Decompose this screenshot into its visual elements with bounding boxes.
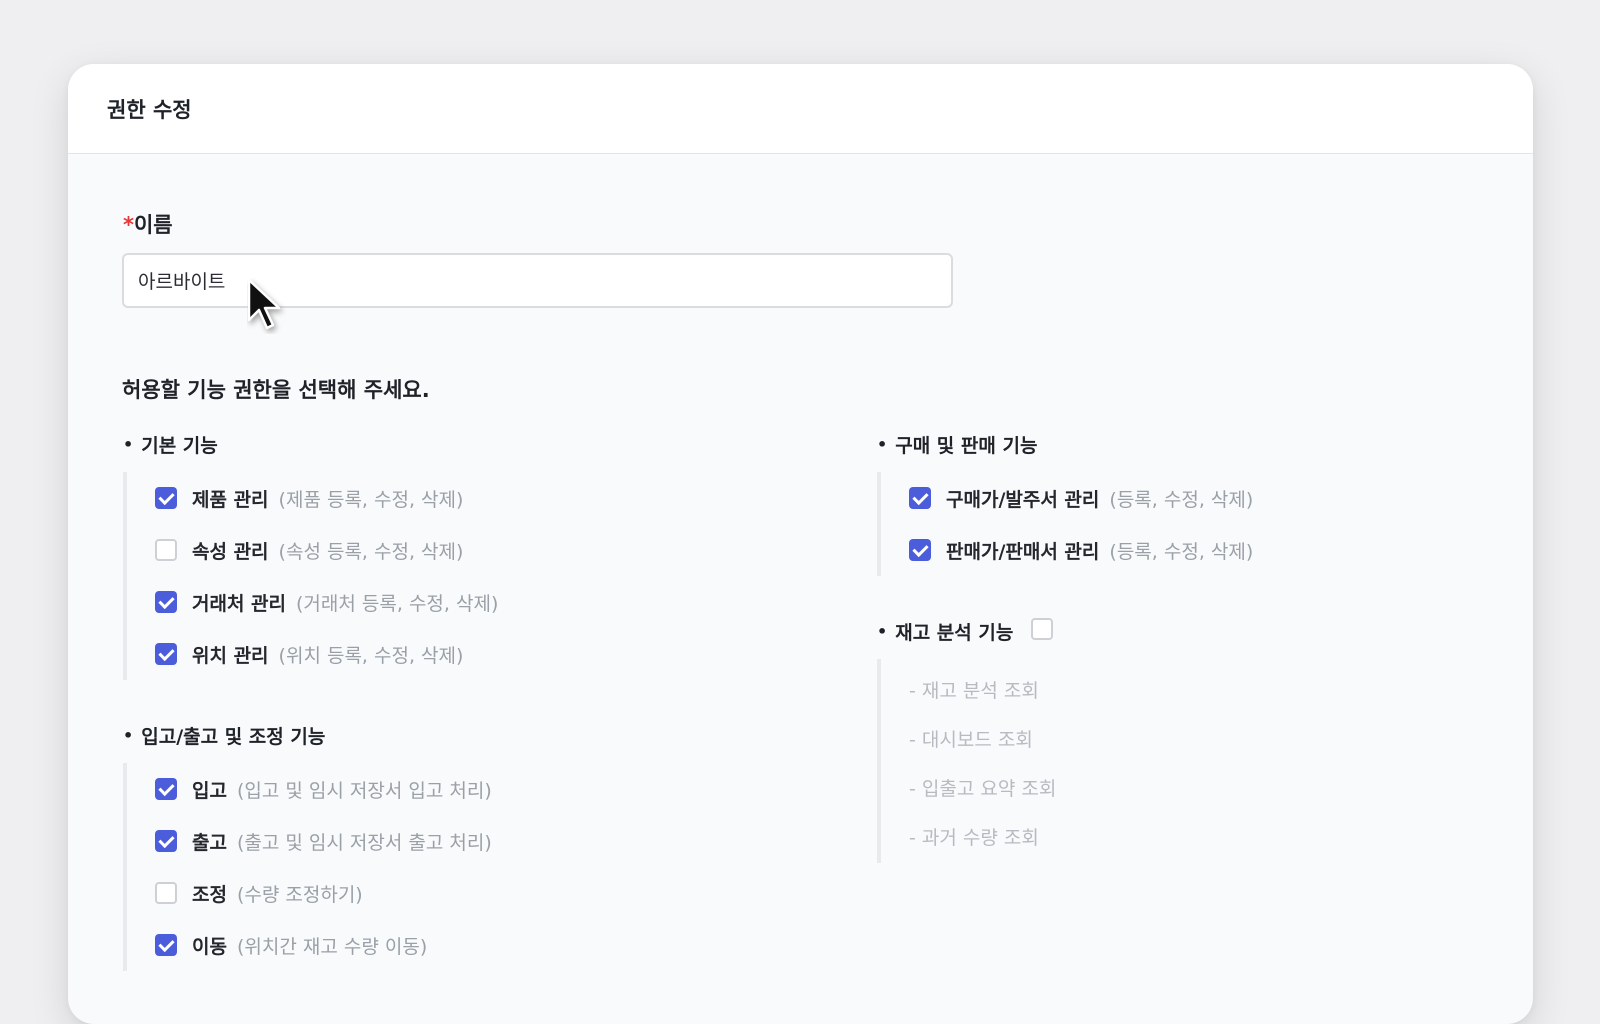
option-desc: (위치 등록, 수정, 삭제) (278, 644, 464, 667)
option-partner-management[interactable]: 거래처 관리 (거래처 등록, 수정, 삭제) (155, 576, 498, 628)
option-label: 위치 관리 (192, 644, 269, 667)
checkbox-purchase-order-management[interactable] (909, 487, 931, 509)
analysis-sub-item: - 재고 분석 조회 (909, 680, 1039, 702)
bullet-icon: • (123, 434, 134, 454)
option-outbound[interactable]: 출고 (출고 및 임시 저장서 출고 처리) (155, 815, 492, 867)
checkbox-partner-management[interactable] (155, 591, 177, 613)
option-label: 이동 (192, 935, 227, 958)
option-inbound[interactable]: 입고 (입고 및 임시 저장서 입고 처리) (155, 763, 492, 815)
option-desc: (등록, 수정, 삭제) (1109, 488, 1254, 511)
analysis-sub-item: - 과거 수량 조회 (909, 827, 1039, 849)
checkbox-inventory-analysis[interactable] (1031, 618, 1054, 640)
option-desc: (위치간 재고 수량 이동) (236, 935, 428, 958)
bullet-icon: • (877, 621, 888, 641)
option-desc: (등록, 수정, 삭제) (1109, 540, 1254, 563)
dialog-header: 권한 수정 (68, 64, 1533, 154)
option-label: 입고 (192, 779, 227, 802)
group-inventory-analysis: • 재고 분석 기능 - 재고 분석 조회 - 대시보드 조회 - 입출고 요약 … (877, 618, 1056, 863)
group-title-text: 기본 기능 (141, 434, 218, 457)
option-label: 거래처 관리 (192, 592, 287, 615)
name-label-text: 이름 (133, 213, 173, 237)
group-body-basic: 제품 관리 (제품 등록, 수정, 삭제) 속성 관리 (속성 등록, 수정, 삭제… (123, 472, 498, 680)
option-location-management[interactable]: 위치 관리 (위치 등록, 수정, 삭제) (155, 628, 498, 680)
option-desc: (입고 및 임시 저장서 입고 처리) (236, 779, 492, 802)
group-basic: • 기본 기능 제품 관리 (제품 등록, 수정, 삭제) 속성 관리 (속성 등록,… (123, 431, 498, 680)
checkbox-inbound[interactable] (155, 778, 177, 800)
option-adjust[interactable]: 조정 (수량 조정하기) (155, 867, 492, 919)
checkbox-product-management[interactable] (155, 487, 177, 509)
checkbox-adjust[interactable] (155, 882, 177, 904)
mouse-pointer-icon (247, 278, 281, 330)
group-title-text: 구매 및 판매 기능 (895, 434, 1038, 457)
option-label: 출고 (192, 831, 227, 854)
group-title-purchase: • 구매 및 판매 기능 (877, 431, 1253, 457)
checkbox-move[interactable] (155, 934, 177, 956)
required-mark: * (123, 213, 134, 237)
option-sales-order-management[interactable]: 판매가/판매서 관리 (등록, 수정, 삭제) (909, 524, 1253, 576)
group-inout: • 입고/출고 및 조정 기능 입고 (입고 및 임시 저장서 입고 처리) 출고 (… (123, 722, 492, 971)
permission-instruction: 허용할 기능 권한을 선택해 주세요. (122, 378, 430, 402)
option-desc: (출고 및 임시 저장서 출고 처리) (236, 831, 492, 854)
group-body-analysis: - 재고 분석 조회 - 대시보드 조회 - 입출고 요약 조회 - 과거 수량… (877, 659, 1056, 863)
group-body-inout: 입고 (입고 및 임시 저장서 입고 처리) 출고 (출고 및 임시 저장서 출고 … (123, 763, 492, 971)
bullet-icon: • (123, 725, 134, 745)
name-field-label: *이름 (123, 209, 173, 239)
option-desc: (수량 조정하기) (236, 883, 363, 906)
checkbox-location-management[interactable] (155, 643, 177, 665)
group-body-purchase: 구매가/발주서 관리 (등록, 수정, 삭제) 판매가/판매서 관리 (등록, 수정… (877, 472, 1253, 576)
option-label: 조정 (192, 883, 227, 906)
option-purchase-order-management[interactable]: 구매가/발주서 관리 (등록, 수정, 삭제) (909, 472, 1253, 524)
option-move[interactable]: 이동 (위치간 재고 수량 이동) (155, 919, 492, 971)
option-desc: (속성 등록, 수정, 삭제) (278, 540, 464, 563)
option-desc: (제품 등록, 수정, 삭제) (278, 488, 464, 511)
analysis-sub-item: - 대시보드 조회 (909, 729, 1033, 751)
option-attribute-management[interactable]: 속성 관리 (속성 등록, 수정, 삭제) (155, 524, 498, 576)
option-label: 제품 관리 (192, 488, 269, 511)
dialog-title: 권한 수정 (107, 97, 192, 122)
option-label: 구매가/발주서 관리 (946, 488, 1100, 511)
permission-edit-dialog: 권한 수정 *이름 허용할 기능 권한을 선택해 주세요. • 기본 기능 제품 … (68, 64, 1533, 1024)
group-purchase-sales: • 구매 및 판매 기능 구매가/발주서 관리 (등록, 수정, 삭제) 판매가/판… (877, 431, 1253, 576)
bullet-icon: • (877, 434, 888, 454)
checkbox-outbound[interactable] (155, 830, 177, 852)
group-title-text: 입고/출고 및 조정 기능 (141, 725, 326, 748)
option-desc: (거래처 등록, 수정, 삭제) (296, 592, 499, 615)
checkbox-attribute-management[interactable] (155, 539, 177, 561)
group-title-inout: • 입고/출고 및 조정 기능 (123, 722, 492, 748)
group-title-text: 재고 분석 기능 (895, 621, 1014, 644)
group-title-analysis: • 재고 분석 기능 (877, 618, 1056, 644)
analysis-sub-item: - 입출고 요약 조회 (909, 778, 1057, 800)
option-label: 속성 관리 (192, 540, 269, 563)
checkbox-sales-order-management[interactable] (909, 539, 931, 561)
group-title-basic: • 기본 기능 (123, 431, 498, 457)
option-product-management[interactable]: 제품 관리 (제품 등록, 수정, 삭제) (155, 472, 498, 524)
option-label: 판매가/판매서 관리 (946, 540, 1100, 563)
